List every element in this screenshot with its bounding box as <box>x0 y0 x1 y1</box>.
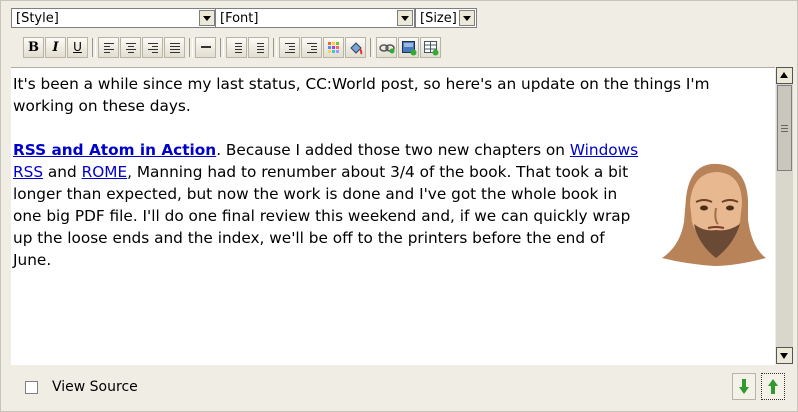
indent-button[interactable] <box>301 37 322 58</box>
scrollbar-thumb[interactable] <box>777 85 792 171</box>
underline-button-label: U <box>73 40 82 54</box>
paragraph-text-b: and <box>43 163 82 181</box>
paragraph-text-a: . Because I added those two new chapters… <box>216 141 570 159</box>
color-palette-icon <box>328 42 339 53</box>
table-icon <box>424 41 439 56</box>
unordered-list-icon <box>254 43 264 55</box>
scroll-up-arrow-icon <box>780 72 788 78</box>
horizontal-rule-button[interactable] <box>195 37 216 58</box>
align-center-button[interactable] <box>120 37 141 58</box>
toolbar-separator <box>370 38 374 57</box>
font-select-value: [Font] <box>220 11 259 26</box>
thumb-grip <box>781 131 788 132</box>
align-left-icon <box>104 43 114 55</box>
bold-button-label: B <box>28 40 39 55</box>
thumb-grip <box>781 128 788 129</box>
outdent-button[interactable] <box>279 37 300 58</box>
vertical-scrollbar[interactable] <box>776 67 793 364</box>
italic-button-label: I <box>52 40 59 55</box>
book-title-link[interactable]: RSS and Atom in Action <box>13 141 216 159</box>
image-icon <box>402 41 417 56</box>
size-select[interactable]: [Size] <box>415 8 477 28</box>
paint-bucket-icon <box>350 42 363 55</box>
outdent-icon <box>285 43 295 55</box>
view-source-label[interactable]: View Source <box>52 379 138 395</box>
arrow-down-icon <box>739 379 749 394</box>
paragraph-status-intro: It's been a while since my last status, … <box>13 75 710 115</box>
align-right-icon <box>148 43 158 55</box>
align-center-icon <box>126 43 136 55</box>
horizontal-rule-icon <box>201 46 211 50</box>
align-left-button[interactable] <box>98 37 119 58</box>
move-down-button[interactable] <box>732 373 756 400</box>
toolbar-separator <box>273 38 277 57</box>
scroll-down-arrow-icon <box>780 353 788 359</box>
portrait-image <box>662 163 766 266</box>
scroll-down-button[interactable] <box>776 347 793 364</box>
style-select-dropdown-icon[interactable] <box>199 10 215 26</box>
bold-button[interactable]: B <box>23 37 44 58</box>
view-source-checkbox[interactable] <box>25 381 38 394</box>
rome-link[interactable]: ROME <box>82 163 128 181</box>
thumb-grip <box>781 125 788 126</box>
italic-button[interactable]: I <box>45 37 66 58</box>
indent-icon <box>307 43 317 55</box>
align-right-button[interactable] <box>142 37 163 58</box>
paragraph-book-update: RSS and Atom in Action. Because I added … <box>13 139 643 271</box>
scroll-up-button[interactable] <box>776 67 793 84</box>
justify-icon <box>170 43 180 55</box>
size-select-dropdown-icon[interactable] <box>459 10 475 26</box>
underline-button[interactable]: U <box>67 37 88 58</box>
toolbar-separator <box>189 38 193 57</box>
move-up-button[interactable] <box>761 373 785 400</box>
ordered-list-button[interactable] <box>226 37 247 58</box>
arrow-up-icon <box>768 379 778 394</box>
font-select[interactable]: [Font] <box>215 8 415 28</box>
font-select-dropdown-icon[interactable] <box>397 10 413 26</box>
toolbar-separator <box>220 38 224 57</box>
insert-link-button[interactable] <box>376 37 397 58</box>
style-select-value: [Style] <box>16 11 59 26</box>
size-select-value: [Size] <box>420 11 457 26</box>
insert-table-button[interactable] <box>420 37 441 58</box>
editor-content-area[interactable]: It's been a while since my last status, … <box>11 67 775 365</box>
toolbar-separator <box>92 38 96 57</box>
unordered-list-button[interactable] <box>248 37 269 58</box>
insert-image-button[interactable] <box>398 37 419 58</box>
background-color-button[interactable] <box>345 37 366 58</box>
ordered-list-icon <box>232 43 242 55</box>
rich-text-editor: [Style] [Font] [Size] B I U It's been a … <box>0 0 798 412</box>
text-color-button[interactable] <box>323 37 344 58</box>
link-icon <box>379 44 395 54</box>
style-select[interactable]: [Style] <box>11 8 217 28</box>
justify-button[interactable] <box>164 37 185 58</box>
